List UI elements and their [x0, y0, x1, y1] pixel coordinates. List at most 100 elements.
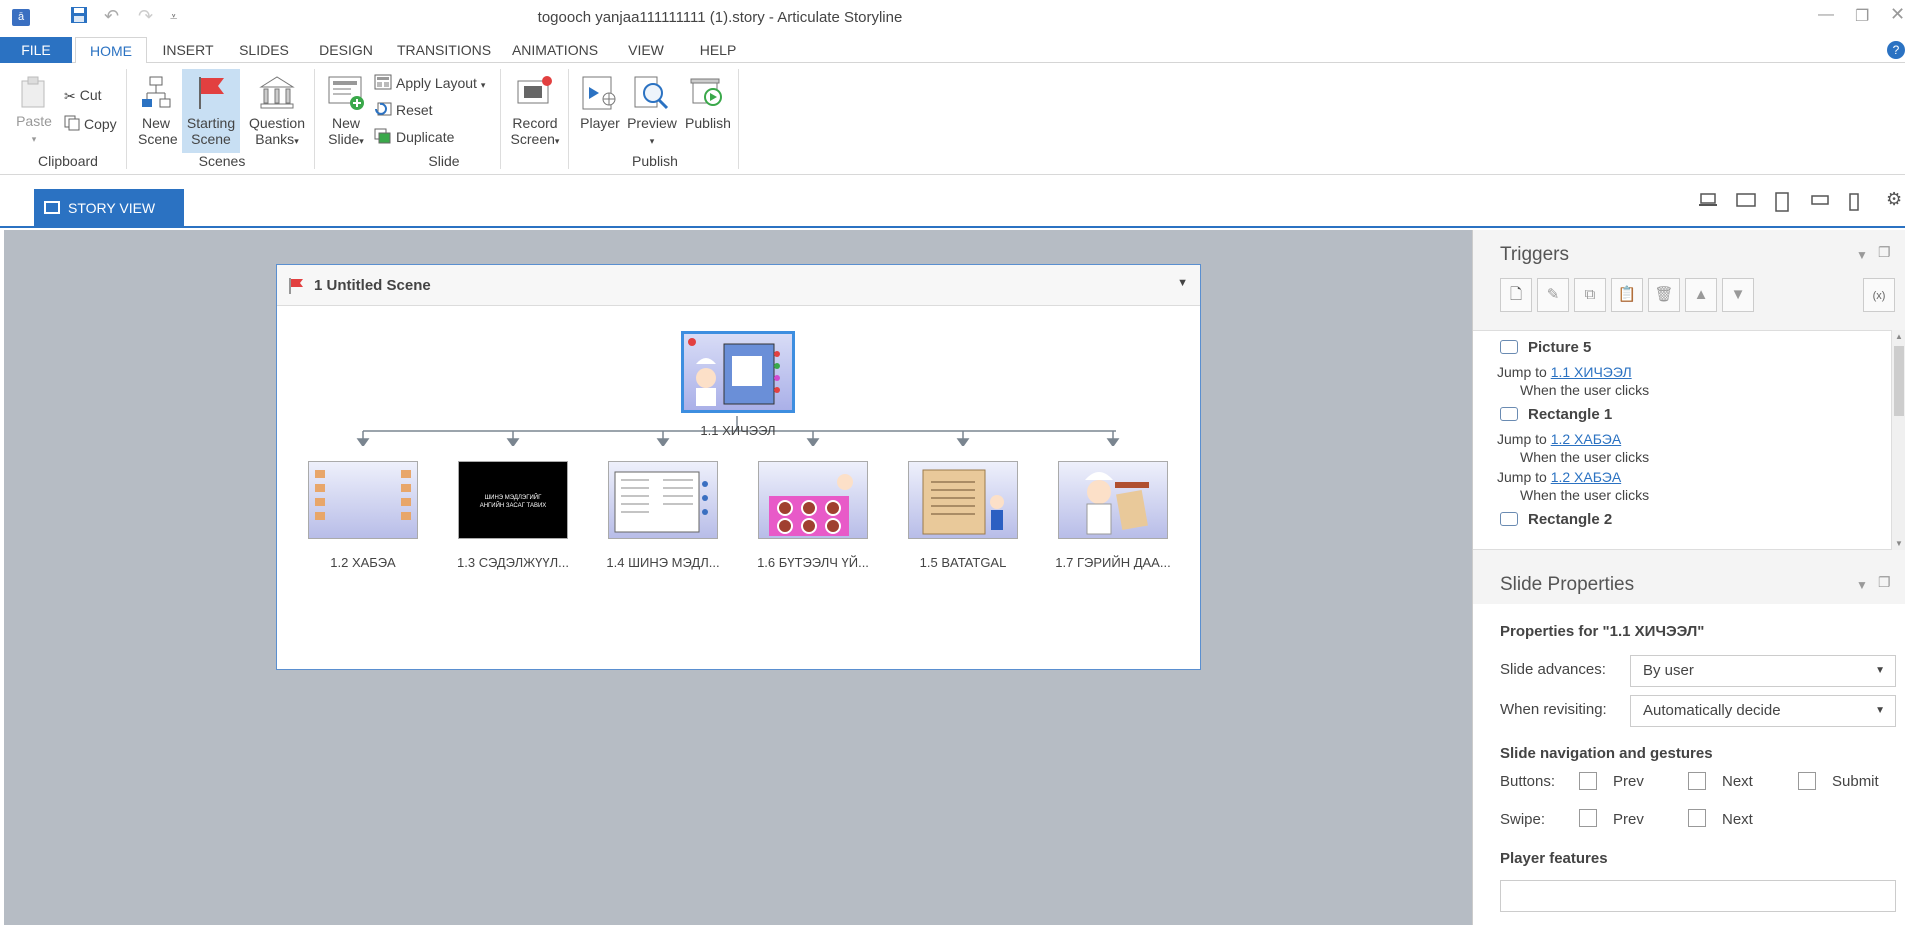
- scene-panel[interactable]: 1 Untitled Scene ▼ 1.1 ХИЧЭЭЛ 1.2 ХАБЭА …: [276, 264, 1201, 670]
- story-view-tab[interactable]: STORY VIEW: [34, 189, 184, 227]
- paste-trigger-button[interactable]: 📋: [1611, 278, 1643, 312]
- trigger-object-rectangle-1[interactable]: Rectangle 1: [1500, 406, 1612, 423]
- swipe-prev-checkbox[interactable]: [1579, 809, 1597, 827]
- copy-trigger-button[interactable]: ⧉: [1574, 278, 1606, 312]
- undock-properties-icon[interactable]: ❐: [1878, 574, 1891, 591]
- tab-transitions[interactable]: TRANSITIONS: [394, 37, 494, 63]
- new-scene-icon: [142, 76, 171, 108]
- buttons-next-checkbox[interactable]: [1688, 772, 1706, 790]
- trigger-target-link[interactable]: 1.1 ХИЧЭЭЛ: [1551, 364, 1632, 380]
- slide-thumbnail[interactable]: 1.6 БҮТЭЭЛЧ ҮЙ...: [753, 461, 873, 570]
- tab-file[interactable]: FILE: [0, 37, 72, 63]
- slide-properties-panel: Slide Properties ▼ ❐ Properties for "1.1…: [1473, 560, 1905, 925]
- copy-button[interactable]: Copy: [64, 114, 117, 134]
- rectangle-icon: [1500, 407, 1518, 421]
- tab-view[interactable]: VIEW: [620, 37, 672, 63]
- tab-insert[interactable]: INSERT: [157, 37, 219, 63]
- variables-button[interactable]: (x): [1863, 278, 1895, 312]
- trigger-target-link[interactable]: 1.2 ХАБЭА: [1551, 469, 1621, 485]
- new-document-icon: 🗋: [1509, 286, 1523, 303]
- close-icon[interactable]: ✕: [1890, 4, 1905, 25]
- new-scene-button[interactable]: New Scene: [138, 75, 178, 147]
- player-features-dropdown[interactable]: [1500, 880, 1896, 912]
- restore-icon[interactable]: ❐: [1855, 6, 1869, 26]
- tab-help[interactable]: HELP: [692, 37, 744, 63]
- collapse-triggers-icon[interactable]: ▼: [1856, 248, 1868, 262]
- slide-thumb-image: [908, 461, 1018, 539]
- reset-button[interactable]: Reset: [374, 100, 433, 120]
- rectangle-icon: [1500, 512, 1518, 526]
- trigger-action[interactable]: Jump to 1.1 ХИЧЭЭЛ: [1497, 364, 1632, 380]
- slide-thumbnail[interactable]: 1.7 ГЭРИЙН ДАА...: [1053, 461, 1173, 570]
- scenes-group-label: Scenes: [198, 153, 246, 169]
- slide-advances-dropdown[interactable]: By user ▼: [1630, 655, 1896, 687]
- slide-thumb-text: ШИНЭ МЭДЛЭГИЙГ АНГИЙН ЗАСАГ ТАВИХ: [479, 495, 547, 509]
- trigger-action[interactable]: Jump to 1.2 ХАБЭА: [1497, 469, 1621, 485]
- slide-thumbnail[interactable]: ШИНЭ МЭДЛЭГИЙГ АНГИЙН ЗАСАГ ТАВИХ 1.3 СЭ…: [453, 461, 573, 570]
- tablet-landscape-icon[interactable]: [1736, 192, 1756, 213]
- collapse-properties-icon[interactable]: ▼: [1856, 578, 1868, 592]
- tab-animations[interactable]: ANIMATIONS: [507, 37, 603, 63]
- trigger-target-link[interactable]: 1.2 ХАБЭА: [1551, 431, 1621, 447]
- slide-title: 1.7 ГЭРИЙН ДАА...: [1055, 555, 1171, 570]
- trash-icon: 🗑: [1654, 286, 1674, 303]
- new-trigger-button[interactable]: 🗋: [1500, 278, 1532, 312]
- record-screen-button[interactable]: Record Screen▾: [508, 75, 562, 149]
- preview-button[interactable]: Preview ▾: [626, 75, 678, 149]
- new-slide-icon: [328, 76, 364, 110]
- paste-button[interactable]: Paste ▾: [14, 75, 54, 147]
- phone-portrait-icon[interactable]: [1848, 192, 1860, 217]
- duplicate-button[interactable]: Duplicate: [374, 127, 454, 147]
- delete-trigger-button[interactable]: 🗑: [1648, 278, 1680, 312]
- clipboard-group-label: Clipboard: [38, 153, 98, 169]
- edit-trigger-button[interactable]: ✎: [1537, 278, 1569, 312]
- minimize-icon[interactable]: —: [1818, 6, 1834, 24]
- apply-layout-button[interactable]: Apply Layout ▾: [374, 73, 485, 93]
- chevron-down-icon[interactable]: ▼: [1177, 277, 1188, 289]
- trigger-scrollbar[interactable]: ▲ ▼: [1891, 330, 1905, 550]
- swipe-prev-label: Prev: [1613, 811, 1644, 828]
- phone-landscape-icon[interactable]: [1810, 192, 1830, 213]
- paste-icon: 📋: [1617, 286, 1637, 303]
- scissors-icon: ✂: [64, 88, 76, 105]
- trigger-object-picture-5[interactable]: Picture 5: [1500, 339, 1591, 356]
- copy-icon: ⧉: [1584, 286, 1596, 303]
- tab-home[interactable]: HOME: [75, 37, 147, 64]
- slide-thumbnail-root[interactable]: 1.1 ХИЧЭЭЛ: [678, 331, 798, 438]
- swipe-next-label: Next: [1722, 811, 1753, 828]
- trigger-action[interactable]: Jump to 1.2 ХАБЭА: [1497, 431, 1621, 447]
- player-button[interactable]: Player: [578, 75, 622, 131]
- gear-icon[interactable]: ⚙: [1886, 189, 1902, 210]
- starting-scene-button[interactable]: Starting Scene: [182, 69, 240, 153]
- when-revisiting-dropdown[interactable]: Automatically decide ▼: [1630, 695, 1896, 727]
- undock-triggers-icon[interactable]: ❐: [1878, 244, 1891, 261]
- scrollbar-thumb[interactable]: [1894, 346, 1904, 416]
- publish-button[interactable]: Publish: [684, 75, 732, 131]
- slide-thumb-image: [608, 461, 718, 539]
- question-banks-button[interactable]: Question Banks▾: [246, 75, 308, 149]
- buttons-submit-checkbox[interactable]: [1798, 772, 1816, 790]
- buttons-prev-checkbox[interactable]: [1579, 772, 1597, 790]
- help-icon[interactable]: ?: [1887, 41, 1905, 59]
- move-down-button[interactable]: ▼: [1722, 278, 1754, 312]
- slide-thumbnail[interactable]: 1.5 BATATGAL: [903, 461, 1023, 570]
- new-slide-button[interactable]: New Slide▾: [324, 75, 368, 149]
- red-flag-icon: [199, 77, 224, 109]
- desktop-preview-icon[interactable]: [1698, 192, 1718, 213]
- scroll-down-icon[interactable]: ▼: [1895, 539, 1903, 548]
- slide-group-label: Slide: [428, 153, 460, 169]
- cut-button[interactable]: ✂ Cut: [64, 85, 102, 105]
- slide-title: 1.6 БҮТЭЭЛЧ ҮЙ...: [757, 555, 869, 570]
- move-up-button[interactable]: ▲: [1685, 278, 1717, 312]
- scene-header[interactable]: 1 Untitled Scene ▼: [277, 265, 1200, 306]
- scroll-up-icon[interactable]: ▲: [1895, 332, 1903, 341]
- slide-thumbnail[interactable]: 1.2 ХАБЭА: [303, 461, 423, 570]
- arrow-down-icon: ▼: [1730, 286, 1746, 303]
- swipe-next-checkbox[interactable]: [1688, 809, 1706, 827]
- slide-thumb-image: [681, 331, 795, 413]
- slide-thumbnail[interactable]: 1.4 ШИНЭ МЭДЛ...: [603, 461, 723, 570]
- trigger-object-rectangle-2[interactable]: Rectangle 2: [1500, 511, 1612, 528]
- tab-design[interactable]: DESIGN: [311, 37, 381, 63]
- tablet-portrait-icon[interactable]: [1774, 192, 1790, 217]
- tab-slides[interactable]: SLIDES: [233, 37, 295, 63]
